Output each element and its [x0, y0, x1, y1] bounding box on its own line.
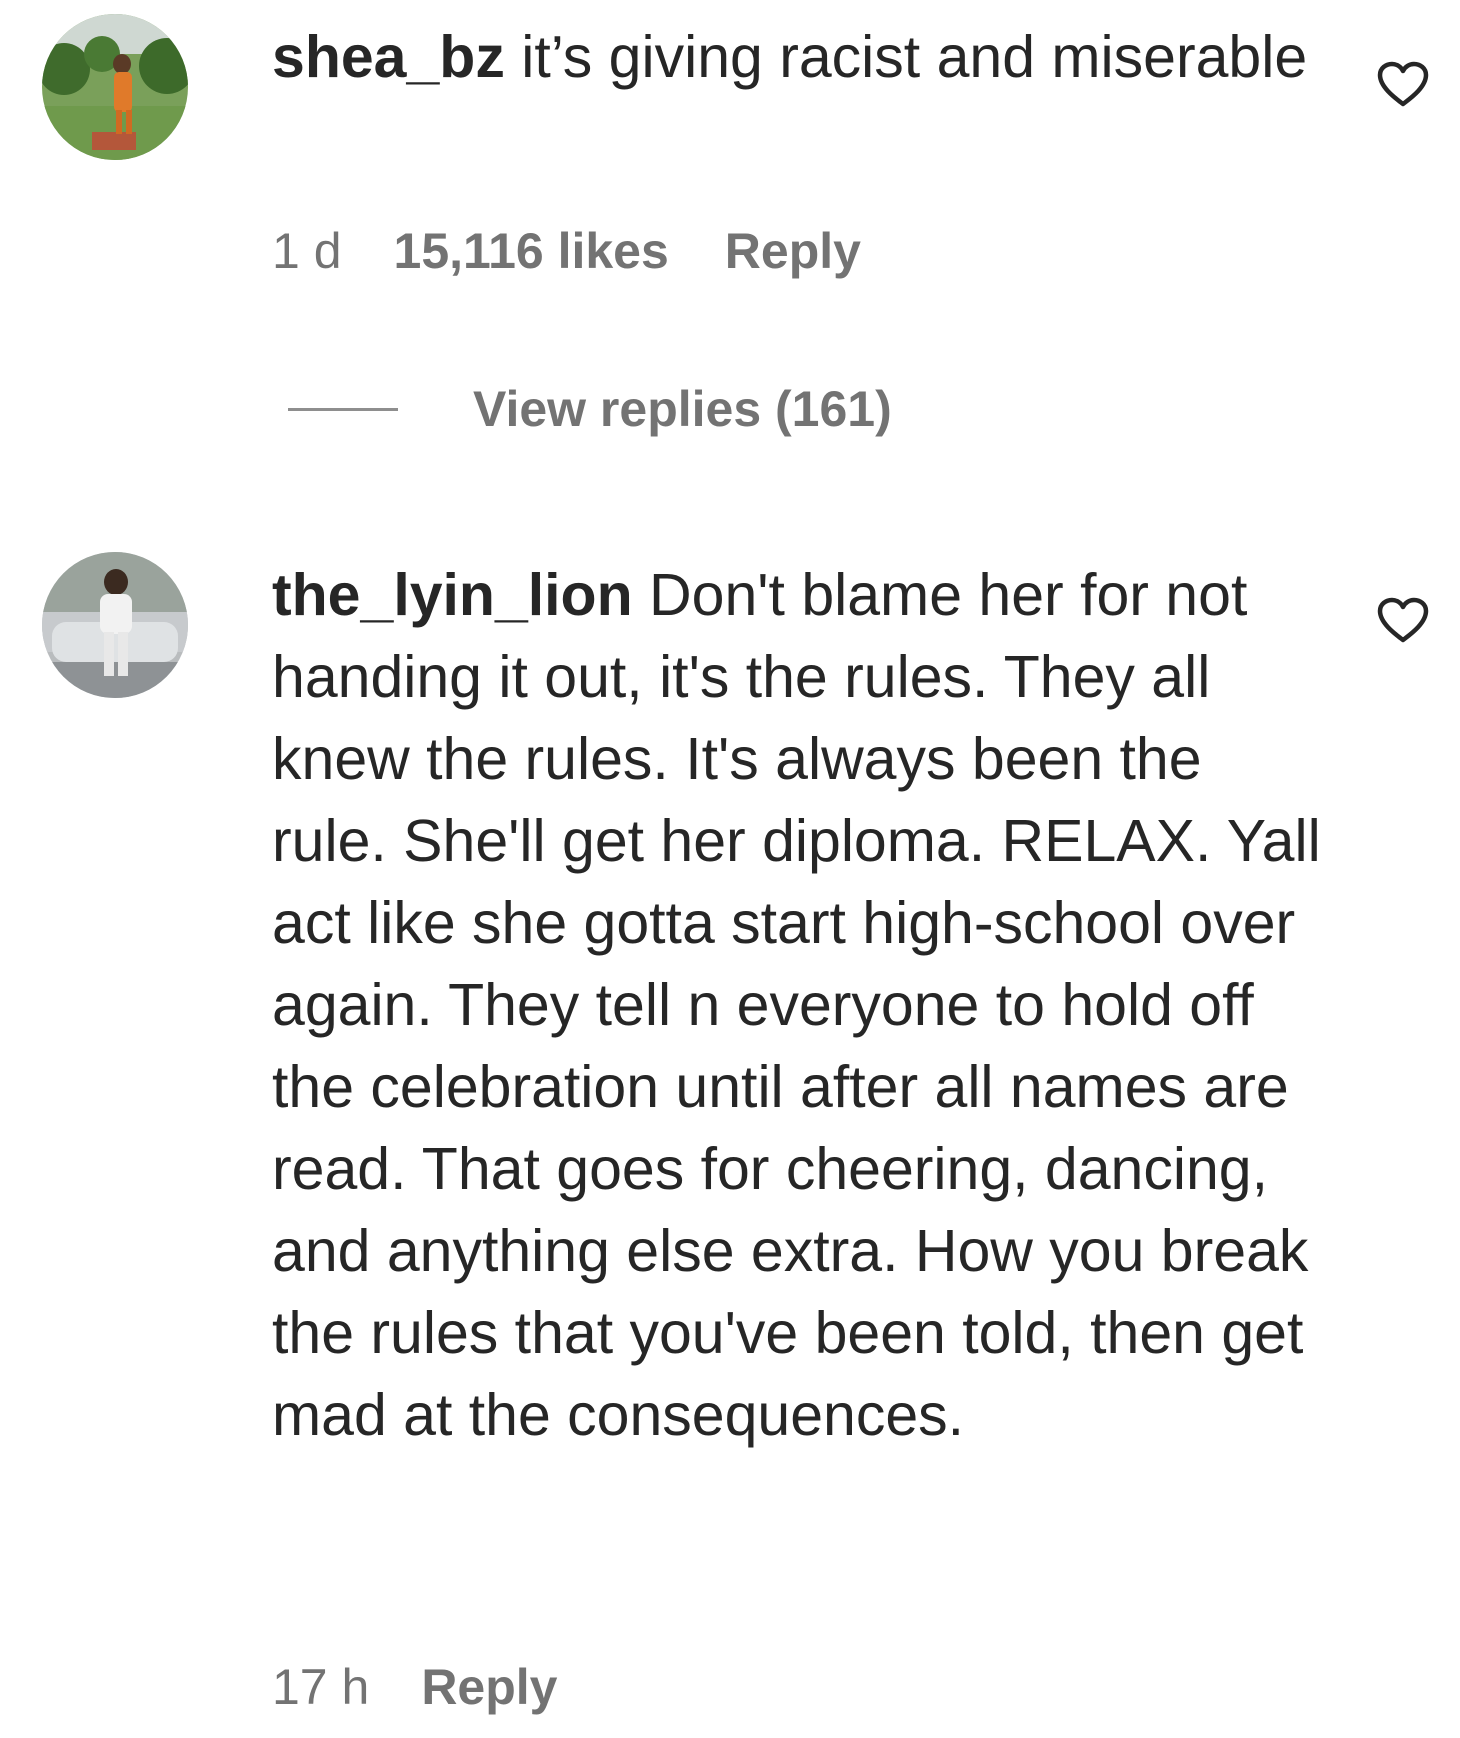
replies-divider [288, 408, 398, 411]
view-replies-button[interactable]: View replies (161) [288, 380, 1088, 440]
reply-button[interactable]: Reply [725, 222, 861, 280]
view-replies-label[interactable]: View replies (161) [473, 380, 892, 438]
reply-button[interactable]: Reply [421, 1658, 557, 1716]
comment-time: 17 h [272, 1659, 370, 1715]
comment-text: shea_bz it’s giving racist and miserable [272, 16, 1322, 98]
comment-body: Don't blame her for not handing it out, … [272, 562, 1321, 1448]
comment-username[interactable]: the_lyin_lion [272, 562, 633, 628]
avatar[interactable] [42, 14, 188, 160]
comment-text: the_lyin_lion Don't blame her for not ha… [272, 554, 1322, 1456]
comment-likes[interactable]: 15,116 likes [394, 222, 669, 280]
avatar[interactable] [42, 552, 188, 698]
comment-time: 1 d [272, 223, 342, 279]
comment-body: it’s giving racist and miserable [504, 24, 1308, 90]
comment-username[interactable]: shea_bz [272, 24, 505, 90]
like-heart-icon[interactable] [1376, 60, 1430, 108]
like-heart-icon[interactable] [1376, 596, 1430, 644]
comment-meta: 17 h Reply [272, 1658, 558, 1716]
comment-meta: 1 d 15,116 likes Reply [272, 222, 861, 280]
